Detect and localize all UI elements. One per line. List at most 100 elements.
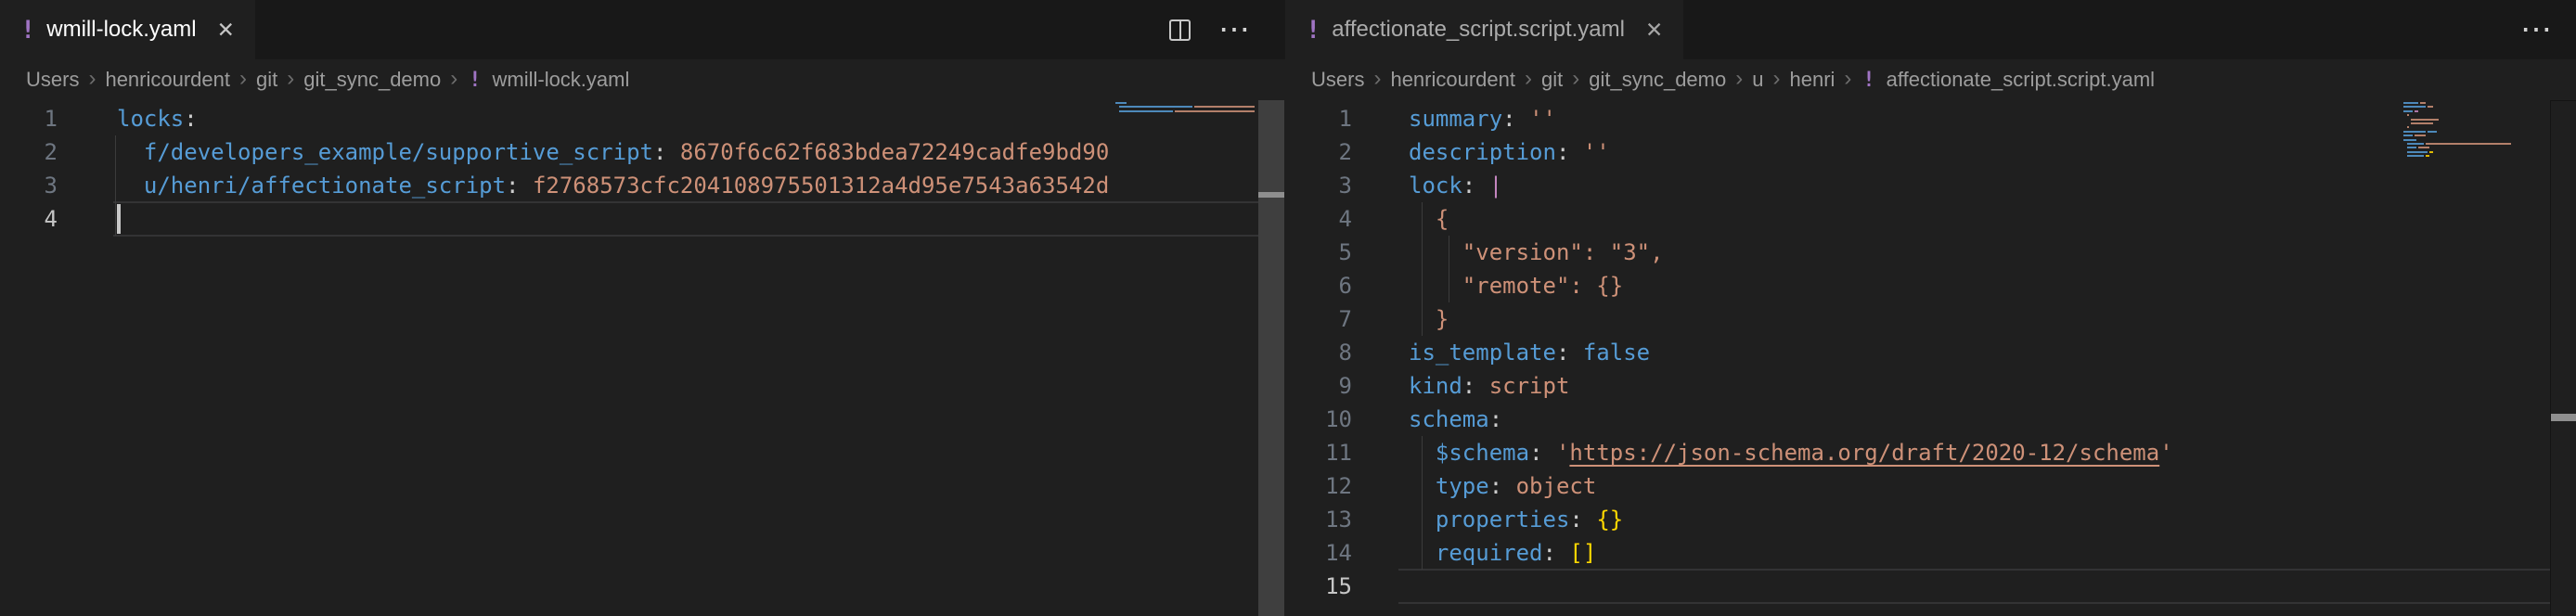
code-token[interactable]: summary: [1409, 106, 1502, 132]
line-number[interactable]: 2: [1285, 135, 1352, 169]
tab-wmill-lock-yaml[interactable]: ! wmill-lock.yaml ✕: [0, 0, 255, 59]
code-line[interactable]: schema:: [1409, 403, 1502, 436]
code-token[interactable]: :: [653, 139, 680, 165]
breadcrumb-item[interactable]: henricourdent: [105, 68, 230, 92]
code-token[interactable]: :: [1489, 473, 1516, 499]
breadcrumb-file[interactable]: affectionate_script.script.yaml: [1887, 68, 2155, 92]
code-token[interactable]: :: [1462, 173, 1489, 199]
code-token[interactable]: is_template: [1409, 340, 1556, 366]
code-line[interactable]: f/developers_example/supportive_script: …: [117, 135, 1109, 169]
code-token[interactable]: }: [1436, 306, 1449, 332]
code-token[interactable]: "version": "3",: [1462, 239, 1664, 265]
code-token[interactable]: :: [506, 173, 533, 199]
code-token[interactable]: [1409, 540, 1436, 566]
breadcrumb-item[interactable]: git_sync_demo: [1589, 68, 1726, 92]
code-token[interactable]: u/henri/affectionate_script: [144, 173, 506, 199]
code-token[interactable]: kind: [1409, 373, 1462, 399]
code-token[interactable]: {}: [1596, 507, 1623, 533]
code-token[interactable]: locks: [117, 106, 184, 132]
code-line[interactable]: }: [1409, 302, 1449, 336]
line-number[interactable]: 10: [1285, 403, 1352, 436]
code-line[interactable]: u/henri/affectionate_script: f2768573cfc…: [117, 169, 1109, 202]
code-token[interactable]: [1409, 206, 1436, 232]
code-token[interactable]: [1409, 507, 1436, 533]
close-tab-icon[interactable]: ✕: [217, 18, 235, 43]
more-actions-icon[interactable]: ⋯: [2520, 20, 2554, 39]
code-line[interactable]: "remote": {}: [1409, 269, 1623, 302]
line-number[interactable]: 7: [1285, 302, 1352, 336]
code-token[interactable]: 8670f6c62f683bdea72249cadfe9bd90: [680, 139, 1109, 165]
scrollbar-right[interactable]: [2550, 100, 2576, 616]
minimap-left[interactable]: [1115, 102, 1256, 114]
code-line[interactable]: $schema: 'https://json-schema.org/draft/…: [1409, 436, 2173, 469]
code-token[interactable]: description: [1409, 139, 1556, 165]
code-token[interactable]: :: [1556, 139, 1583, 165]
code-line[interactable]: "version": "3",: [1409, 236, 1664, 269]
line-number[interactable]: 8: [1285, 336, 1352, 369]
tab-affectionate-script-yaml[interactable]: ! affectionate_script.script.yaml ✕: [1285, 0, 1683, 59]
breadcrumb-item[interactable]: Users: [26, 68, 79, 92]
close-tab-icon[interactable]: ✕: [1645, 18, 1663, 43]
breadcrumb-item[interactable]: henri: [1789, 68, 1835, 92]
line-number[interactable]: 1: [1285, 102, 1352, 135]
code-token[interactable]: false: [1583, 340, 1650, 366]
code-token[interactable]: "remote": {}: [1462, 273, 1623, 299]
code-token[interactable]: '': [1529, 106, 1556, 132]
minimap-right[interactable]: [2403, 102, 2536, 159]
code-token[interactable]: {: [1436, 206, 1449, 232]
breadcrumb-item[interactable]: git: [1541, 68, 1563, 92]
code-token[interactable]: schema: [1409, 406, 1489, 432]
code-token[interactable]: object: [1516, 473, 1597, 499]
breadcrumb-file[interactable]: wmill-lock.yaml: [492, 68, 629, 92]
code-token[interactable]: [117, 139, 144, 165]
line-number[interactable]: 5: [1285, 236, 1352, 269]
code-token[interactable]: [117, 173, 144, 199]
code-token[interactable]: [1409, 473, 1436, 499]
code-token[interactable]: lock: [1409, 173, 1462, 199]
line-number[interactable]: 1: [0, 102, 58, 135]
code-token[interactable]: required: [1436, 540, 1543, 566]
code-token[interactable]: [1409, 239, 1462, 265]
code-token[interactable]: ': [1556, 440, 1569, 466]
code-token[interactable]: :: [1502, 106, 1529, 132]
breadcrumb-item[interactable]: henricourdent: [1390, 68, 1515, 92]
code-token[interactable]: type: [1436, 473, 1489, 499]
line-number[interactable]: 3: [1285, 169, 1352, 202]
code-line[interactable]: properties: {}: [1409, 503, 1623, 536]
code-token[interactable]: :: [1543, 540, 1570, 566]
line-number[interactable]: 6: [1285, 269, 1352, 302]
code-token[interactable]: [1409, 306, 1436, 332]
line-number[interactable]: 14: [1285, 536, 1352, 570]
code-token[interactable]: f/developers_example/supportive_script: [144, 139, 653, 165]
code-token[interactable]: [1409, 273, 1462, 299]
code-line[interactable]: {: [1409, 202, 1449, 236]
scrollbar-left[interactable]: [1258, 100, 1284, 616]
split-editor-icon[interactable]: [1169, 19, 1191, 41]
code-token[interactable]: ': [2159, 440, 2172, 466]
code-line[interactable]: lock: |: [1409, 169, 1502, 202]
code-line[interactable]: locks:: [117, 102, 198, 135]
code-editor-left[interactable]: 1234 locks: f/developers_example/support…: [0, 100, 1285, 616]
code-token[interactable]: :: [1462, 373, 1489, 399]
code-line[interactable]: type: object: [1409, 469, 1596, 503]
line-number[interactable]: 2: [0, 135, 58, 169]
line-number[interactable]: 11: [1285, 436, 1352, 469]
breadcrumb-item[interactable]: u: [1752, 68, 1763, 92]
more-actions-icon[interactable]: ⋯: [1218, 20, 1252, 39]
breadcrumb-item[interactable]: git_sync_demo: [303, 68, 441, 92]
code-line[interactable]: summary: '': [1409, 102, 1556, 135]
line-number[interactable]: 4: [1285, 202, 1352, 236]
code-token[interactable]: :: [1529, 440, 1556, 466]
code-token[interactable]: :: [1489, 406, 1502, 432]
line-number[interactable]: 13: [1285, 503, 1352, 536]
code-line[interactable]: is_template: false: [1409, 336, 1650, 369]
line-number[interactable]: 12: [1285, 469, 1352, 503]
code-token[interactable]: :: [184, 106, 197, 132]
code-token[interactable]: '': [1583, 139, 1610, 165]
line-number[interactable]: 9: [1285, 369, 1352, 403]
line-number[interactable]: 15: [1285, 570, 1352, 603]
code-editor-right[interactable]: 123456789101112131415 summary: ''descrip…: [1285, 100, 2576, 616]
code-token[interactable]: properties: [1436, 507, 1570, 533]
code-token[interactable]: |: [1489, 173, 1502, 199]
code-token[interactable]: []: [1569, 540, 1596, 566]
